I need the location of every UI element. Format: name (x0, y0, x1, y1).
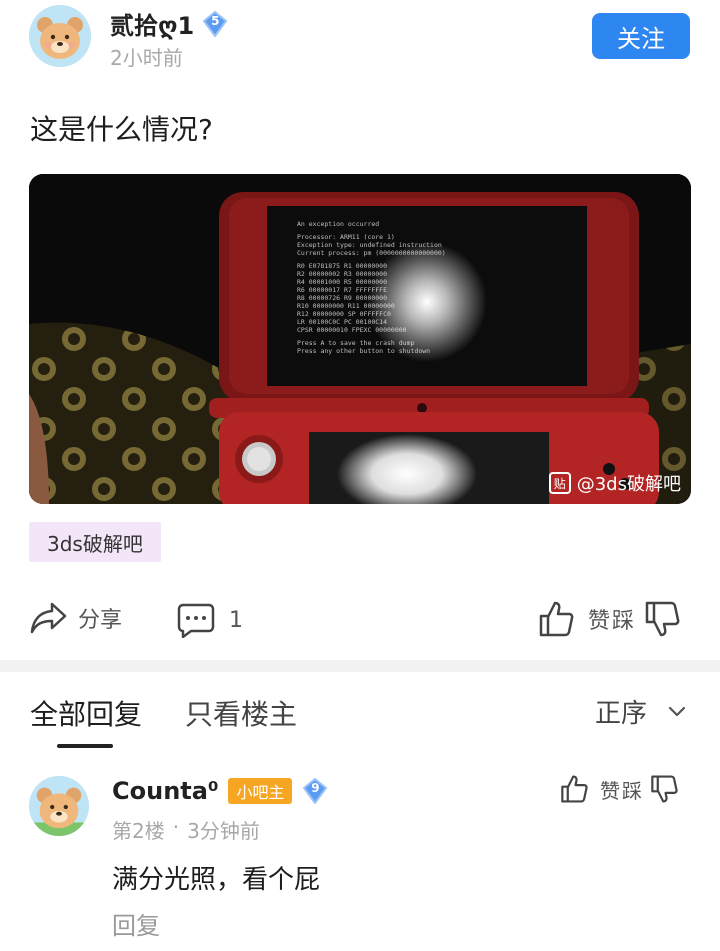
like-button[interactable]: 赞 (538, 600, 610, 638)
comment-dislike-label: 踩 (622, 778, 642, 803)
comment-avatar[interactable] (29, 776, 89, 836)
sort-label: 正序 (595, 699, 648, 729)
share-button[interactable]: 分享 (30, 600, 122, 636)
comment-time: 3分钟前 (187, 819, 260, 843)
comment-text: 满分光照，看个屁 (112, 865, 321, 895)
dislike-button[interactable]: 踩 (612, 600, 680, 638)
bear-avatar-icon (29, 5, 91, 67)
tieba-logo-icon: 贴 (548, 472, 571, 494)
level-badge: 5 (202, 10, 228, 38)
thumbs-down-icon (645, 601, 680, 637)
tab-all-replies[interactable]: 全部回复 (30, 693, 142, 733)
reply-button[interactable]: 回复 (112, 906, 160, 941)
author-avatar[interactable] (29, 5, 91, 67)
thumbs-up-icon (561, 775, 588, 803)
watermark-text: @3ds破解吧 (576, 474, 681, 495)
bear-avatar-icon (29, 776, 89, 836)
author-name[interactable]: 贰拾ღ1 (110, 6, 194, 41)
post-text: 这是什么情况? (30, 113, 213, 146)
post-time: 2小时前 (110, 46, 183, 70)
post-photo[interactable]: An exception occurred Processor: ARM11 (c… (29, 174, 691, 504)
screen-line: An exception occurred (297, 220, 379, 228)
share-icon (30, 602, 67, 634)
moderator-badge: 小吧主 (228, 778, 293, 804)
follow-button[interactable]: 关注 (592, 13, 690, 59)
comment-icon (177, 603, 215, 638)
comment-like-label: 赞 (600, 778, 620, 803)
like-label: 赞 (588, 609, 611, 634)
meta-separator: · (172, 815, 180, 839)
floor-number: 第2楼 (112, 819, 165, 843)
comment-button[interactable]: 1 (177, 602, 243, 638)
thumbs-up-icon (539, 601, 574, 637)
comment-meta: 第2楼 · 3分钟前 (112, 815, 260, 844)
dislike-label: 踩 (612, 609, 635, 634)
comment-level-badge: 9 (302, 777, 328, 805)
sort-dropdown[interactable]: 正序 (595, 693, 687, 730)
screen-line: Processor: ARM11 (core 1) (297, 233, 395, 241)
forum-tag[interactable]: 3ds破解吧 (29, 522, 161, 562)
photo-watermark: 贴 @3ds破解吧 (548, 470, 681, 496)
comment-count: 1 (229, 607, 243, 633)
console-photo: An exception occurred Processor: ARM11 (c… (29, 174, 691, 504)
share-label: 分享 (78, 608, 123, 633)
comment-author[interactable]: Counta⁰ (112, 777, 218, 805)
comment-level-number: 9 (311, 781, 320, 795)
active-tab-indicator (57, 744, 113, 748)
chevron-down-icon (668, 706, 686, 716)
tab-author-only[interactable]: 只看楼主 (185, 693, 297, 733)
level-number: 5 (211, 13, 220, 28)
comment-like-button[interactable]: 赞 (560, 774, 620, 804)
screen-line: R0 E0781875 R1 00000000 (297, 262, 387, 270)
comment-dislike-button[interactable]: 踩 (622, 774, 678, 804)
thumbs-down-icon (651, 775, 678, 803)
section-divider (0, 660, 720, 672)
